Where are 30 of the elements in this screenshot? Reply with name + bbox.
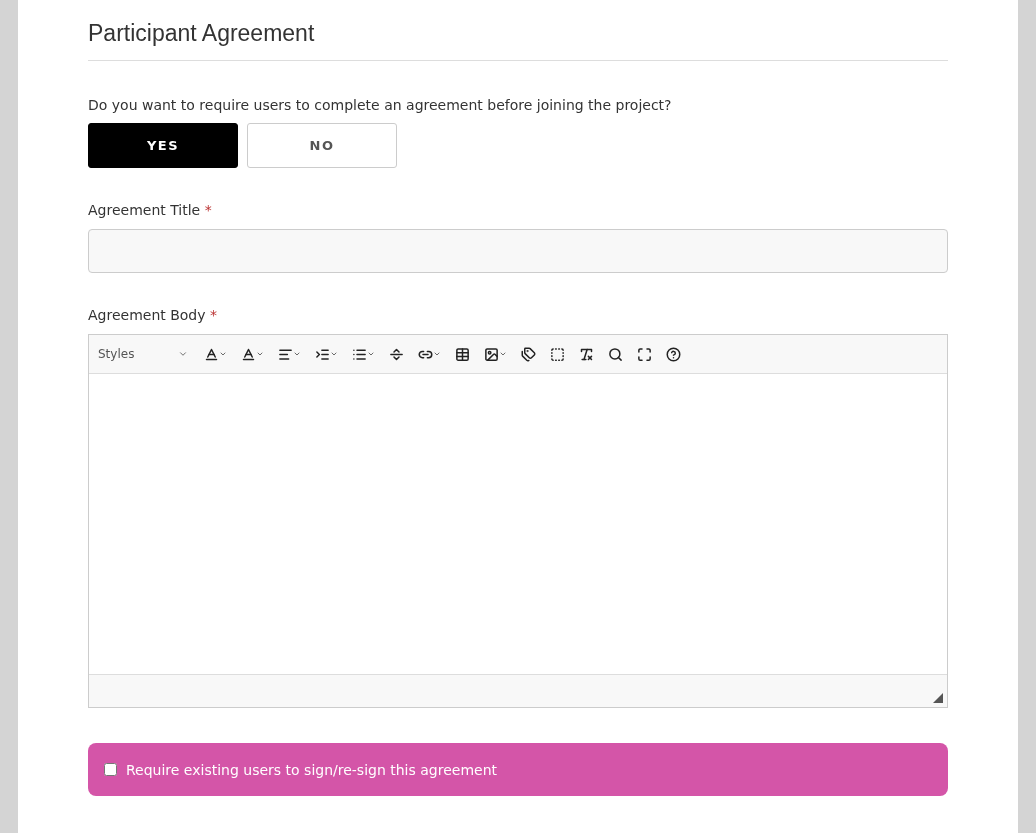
- search-icon: [608, 346, 623, 362]
- question-text: Do you want to require users to complete an agreement before joining the project?: [88, 97, 673, 113]
- image-icon: [484, 346, 499, 362]
- resize-handle-icon[interactable]: [933, 693, 943, 703]
- bullet-list-icon: [352, 346, 367, 362]
- tags-icon: [521, 346, 536, 362]
- field-label: Agreement Body *: [88, 307, 218, 323]
- styles-dropdown[interactable]: Styles: [98, 347, 188, 361]
- caret-icon: [367, 350, 375, 358]
- resign-checkbox[interactable]: [104, 763, 117, 776]
- indent-icon: [315, 346, 330, 362]
- section-title: Participant Agreement: [88, 20, 948, 61]
- caret-icon: [293, 350, 301, 358]
- text-color-icon: [204, 346, 219, 362]
- clear-formatting-icon: [579, 346, 594, 362]
- caret-icon: [499, 350, 507, 358]
- title-input-field[interactable]: [88, 229, 948, 273]
- checkbox-label: Require existing users to sign/re-sign this agreement: [126, 761, 497, 778]
- caret-icon: [219, 350, 227, 358]
- caret-icon: [330, 350, 338, 358]
- caret-icon: [178, 349, 188, 359]
- caret-icon: [433, 350, 441, 358]
- fullscreen-icon: [637, 346, 652, 362]
- table-icon: [455, 346, 470, 362]
- choice-button[interactable]: NO: [247, 123, 397, 168]
- caret-icon: [256, 350, 264, 358]
- help-icon: [666, 346, 681, 362]
- choice-button[interactable]: YES: [88, 123, 238, 168]
- field-label: Agreement Title *: [88, 202, 213, 218]
- align-left-icon: [278, 346, 293, 362]
